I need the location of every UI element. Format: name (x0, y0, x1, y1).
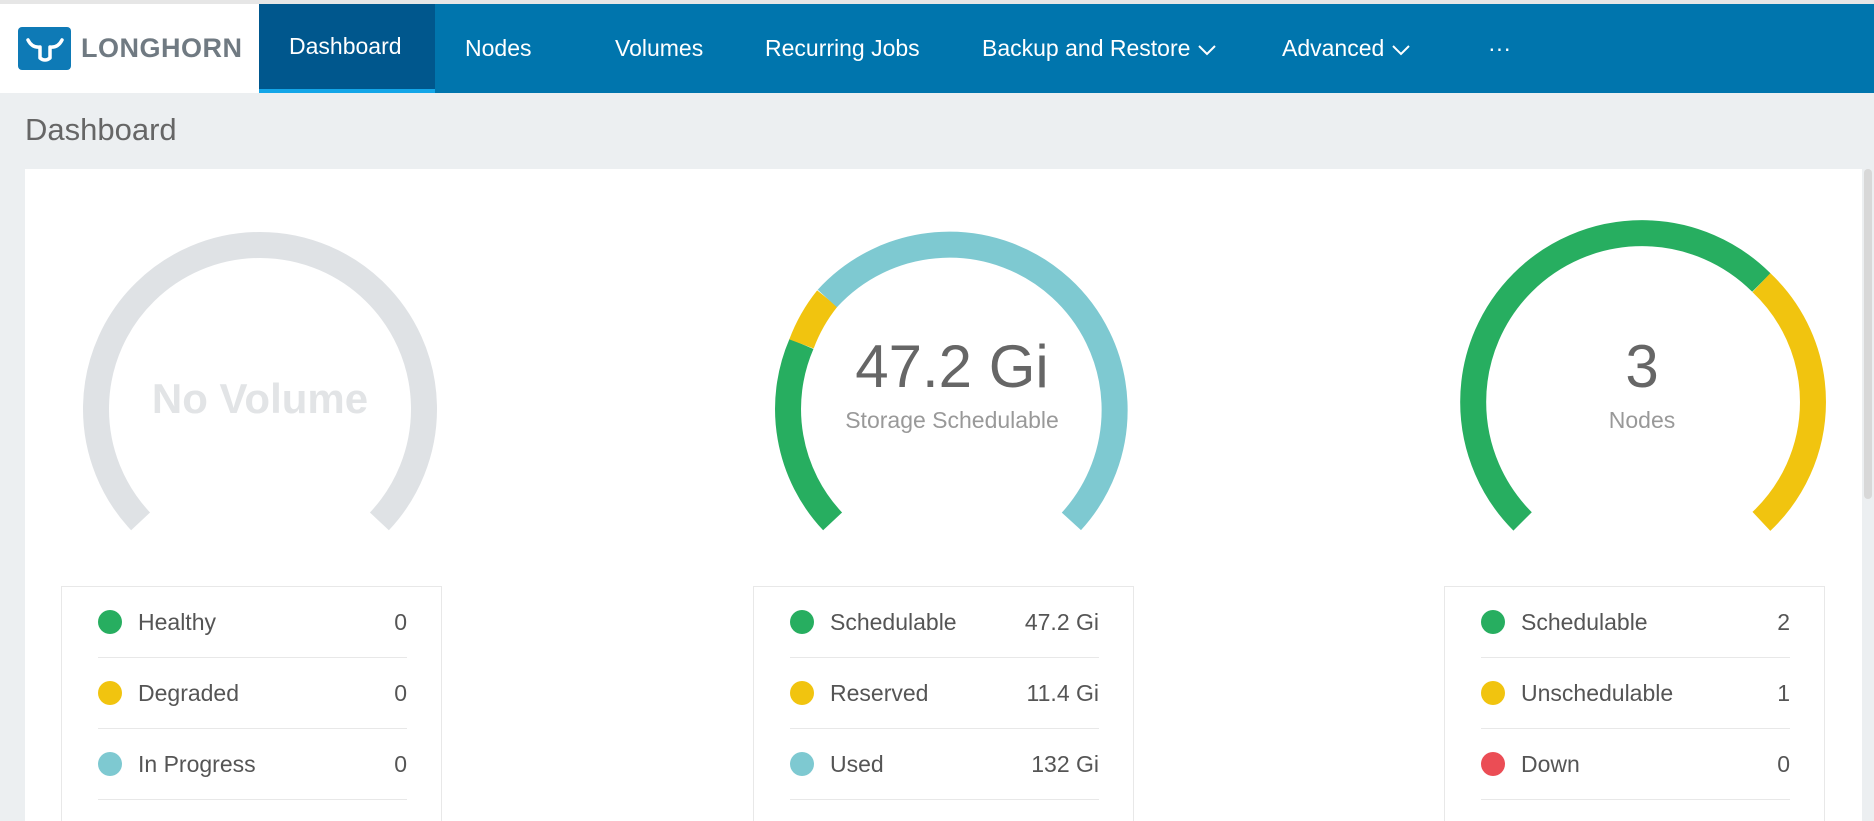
legend-value: 47.2 Gi (1024, 608, 1099, 635)
legend-label: Schedulable (1521, 608, 1648, 635)
longhorn-logo[interactable]: LONGHORN (0, 4, 259, 93)
main-nav: Dashboard Nodes Volumes Recurring Jobs B… (259, 4, 1556, 93)
status-dot-icon (790, 681, 814, 705)
nodes-count-value: 3 (1625, 333, 1659, 400)
nav-advanced-label: Advanced (1282, 35, 1385, 61)
status-dot-icon (98, 752, 122, 776)
storage-schedulable-label: Storage Schedulable (845, 407, 1059, 433)
legend-row-schedulable[interactable]: Schedulable 2 (1481, 587, 1790, 658)
volume-legend: Healthy 0 Degraded 0 In Progress 0 (61, 586, 442, 821)
status-dot-icon (98, 681, 122, 705)
chevron-down-icon (1198, 35, 1217, 62)
volume-gauge-center: No Volume (75, 375, 445, 423)
nav-backup-and-restore-label: Backup and Restore (982, 35, 1191, 61)
nodes-legend: Schedulable 2 Unschedulable 1 Down 0 (1444, 586, 1825, 821)
storage-legend: Schedulable 47.2 Gi Reserved 11.4 Gi Use… (753, 586, 1134, 821)
legend-value: 0 (394, 750, 407, 777)
nav-volumes[interactable]: Volumes (586, 4, 736, 93)
nav-advanced[interactable]: Advanced (1267, 4, 1476, 93)
legend-label: Schedulable (830, 608, 957, 635)
legend-value: 0 (394, 608, 407, 635)
legend-label: Degraded (138, 679, 240, 706)
legend-label: Unschedulable (1521, 679, 1674, 706)
legend-label: In Progress (138, 750, 256, 777)
legend-label: Down (1521, 750, 1580, 777)
nav-volumes-label: Volumes (615, 35, 704, 61)
chevron-down-icon (1392, 35, 1411, 62)
legend-row-unschedulable[interactable]: Unschedulable 1 (1481, 658, 1790, 729)
scrollbar[interactable] (1864, 169, 1872, 499)
nav-nodes[interactable]: Nodes (435, 4, 586, 93)
legend-row-reserved[interactable]: Reserved 11.4 Gi (790, 658, 1099, 729)
top-navbar: LONGHORN Dashboard Nodes Volumes Recurri… (0, 0, 1874, 93)
legend-row-degraded[interactable]: Degraded 0 (98, 658, 407, 729)
no-volume-text: No Volume (151, 375, 369, 422)
status-dot-icon (1481, 752, 1505, 776)
legend-row-in-progress[interactable]: In Progress 0 (98, 729, 407, 800)
storage-gauge-center: 47.2 Gi Storage Schedulable (767, 332, 1137, 434)
legend-value: 11.4 Gi (1026, 679, 1099, 706)
legend-value: 0 (394, 679, 407, 706)
status-dot-icon (1481, 681, 1505, 705)
legend-row-used[interactable]: Used 132 Gi (790, 729, 1099, 800)
nav-more[interactable]: ··· (1476, 4, 1556, 93)
longhorn-logo-icon (18, 27, 71, 70)
nav-backup-and-restore[interactable]: Backup and Restore (953, 4, 1267, 93)
nav-recurring-jobs[interactable]: Recurring Jobs (736, 4, 953, 93)
legend-row-down[interactable]: Down 0 (1481, 729, 1790, 800)
nodes-gauge-center: 3 Nodes (1457, 332, 1827, 434)
status-dot-icon (98, 610, 122, 634)
nav-dashboard-label: Dashboard (289, 33, 402, 59)
legend-label: Used (830, 750, 884, 777)
legend-label: Reserved (830, 679, 929, 706)
legend-label: Healthy (138, 608, 216, 635)
more-icon: ··· (1488, 35, 1511, 61)
legend-value: 0 (1777, 750, 1790, 777)
legend-value: 132 Gi (1031, 750, 1099, 777)
legend-value: 1 (1777, 679, 1790, 706)
status-dot-icon (790, 752, 814, 776)
status-dot-icon (790, 610, 814, 634)
nodes-count-label: Nodes (1608, 407, 1676, 433)
nav-dashboard[interactable]: Dashboard (259, 4, 435, 93)
legend-row-schedulable[interactable]: Schedulable 47.2 Gi (790, 587, 1099, 658)
nav-nodes-label: Nodes (465, 35, 532, 61)
legend-value: 2 (1777, 608, 1790, 635)
storage-schedulable-value: 47.2 Gi (855, 333, 1049, 400)
status-dot-icon (1481, 610, 1505, 634)
nav-recurring-jobs-label: Recurring Jobs (765, 35, 920, 61)
legend-row-healthy[interactable]: Healthy 0 (98, 587, 407, 658)
page-title: Dashboard (25, 112, 177, 147)
logo-text: LONGHORN (81, 33, 243, 63)
